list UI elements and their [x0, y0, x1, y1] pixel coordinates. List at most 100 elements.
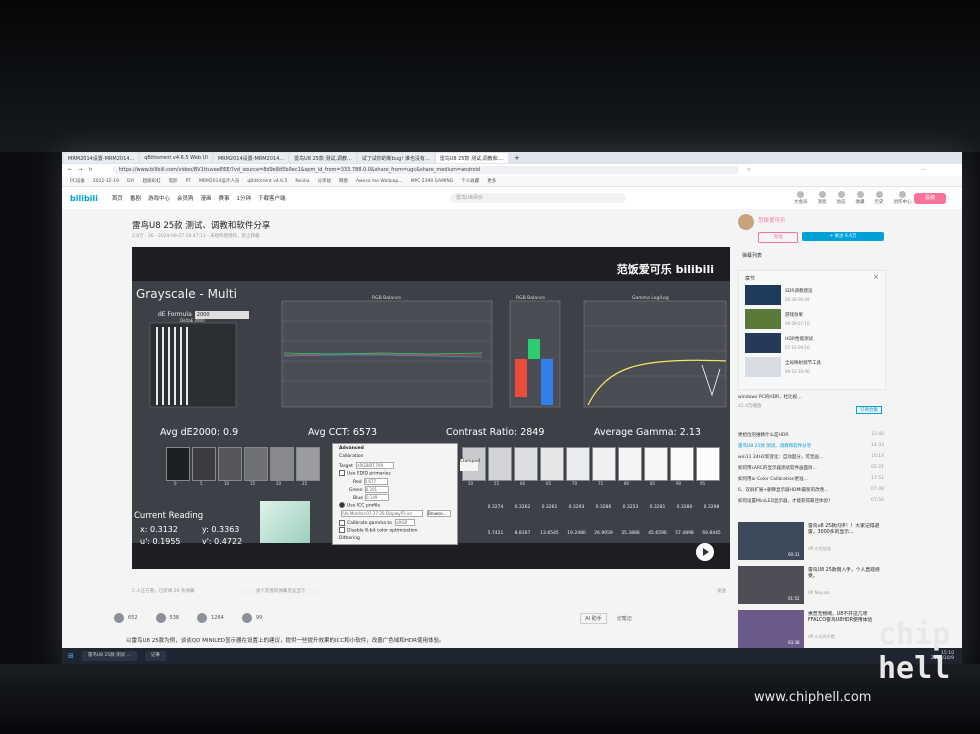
contrast-ratio: Contrast Ratio: 2849	[446, 427, 545, 438]
bookmark-item[interactable]: 分享站	[317, 178, 331, 184]
forward-icon[interactable]: →	[78, 167, 82, 173]
bookmark-item[interactable]: 超级彩虹	[143, 178, 161, 184]
share-button[interactable]: 99	[241, 613, 262, 623]
like-button[interactable]: 652	[114, 613, 138, 623]
bookmark-item[interactable]: 个人收藏	[461, 178, 479, 184]
nav-item[interactable]: 赛事	[218, 194, 229, 202]
bookmark-item[interactable]: 网盘	[339, 178, 348, 184]
nav-item[interactable]: 首页	[112, 194, 123, 202]
collection-promo[interactable]: windows PC的HDR、杜比视... 42.4万播放 订阅合集	[738, 394, 884, 424]
taskbar-item[interactable]: 雷鸟U8 25款 测试 ...	[81, 651, 137, 661]
bookmark-item[interactable]: PC设备	[70, 178, 85, 184]
star-bookmark-icon[interactable]: ☆	[747, 167, 751, 173]
chapter-item[interactable]: 全局映射调节工具 09:16-10:46	[745, 357, 881, 379]
blue-row: Blue 0.149	[353, 494, 391, 501]
favorites-icon[interactable]: 收藏	[856, 191, 865, 205]
list-item[interactable]: 如何用sARC的显示器测试软件画面效... 02:21	[738, 465, 884, 474]
ai-assistant-button[interactable]: AI 助手	[580, 612, 607, 624]
green-x-input[interactable]: 0.201	[364, 486, 389, 493]
notes-button[interactable]: 记笔记	[617, 615, 632, 622]
browser-tab[interactable]: 雷鸟U8 25款 测试,调教...	[290, 153, 356, 163]
bookmark-item[interactable]: Nvidia	[295, 179, 309, 184]
danmu-input[interactable]: 发个友善的弹幕见证当下	[235, 588, 326, 595]
browser-tab[interactable]: 试了试你的新bug! 谁也没有...	[357, 153, 434, 163]
bookmark-item[interactable]: Aweso me Wallpap...	[356, 179, 403, 184]
target-select[interactable]: sRGB/BT.709	[356, 462, 395, 469]
charge-button[interactable]: 充电	[758, 232, 798, 243]
use-icc-radio[interactable]	[339, 502, 345, 508]
history-icon[interactable]: 历史	[875, 191, 884, 205]
related-video[interactable]: 雷鸟U8 25款刚入手，个人直观感受。 UP Noyuan 01:52	[738, 566, 884, 606]
vip-icon[interactable]: 大会员	[794, 191, 808, 205]
disable-8bit-checkbox[interactable]	[339, 527, 345, 533]
dynamic-icon[interactable]: 动态	[837, 191, 846, 205]
avatar[interactable]	[738, 214, 754, 230]
video-player[interactable]: 范饭爱可乐 bilibili Grayscale - Multi dE Form…	[132, 247, 730, 569]
advanced-dialog: Advanced Calibration Target sRGB/BT.709 …	[332, 443, 458, 545]
list-item[interactable]: 雷鸟U8 25款 测试、调教和软件分享 14:33	[738, 443, 884, 452]
nav-item[interactable]: 游戏中心	[148, 194, 170, 202]
coin-button[interactable]: 538	[155, 613, 179, 623]
close-icon[interactable]: ×	[873, 273, 879, 281]
nav-item[interactable]: 番剧	[130, 194, 141, 202]
disable-8bit-row[interactable]: Disable 8-bit color optimization	[339, 527, 417, 534]
upload-button[interactable]: 投稿	[914, 193, 946, 204]
nav-item[interactable]: 会员购	[177, 194, 194, 202]
use-icc-row[interactable]: Use ICC profile	[339, 502, 380, 509]
chapter-item[interactable]: HDR性能测试 07:16-09:16	[745, 333, 881, 355]
list-item[interactable]: win11 24H2新变化：自动超分，可皇画... 10:14	[738, 454, 884, 463]
new-tab-icon[interactable]: +	[514, 154, 520, 162]
bookmark-item[interactable]: DIY	[127, 179, 135, 184]
search-input[interactable]: 雷鸟U8评价	[450, 193, 626, 203]
bookmark-item[interactable]: MPC 2390 GAMING	[411, 179, 454, 184]
danmu-send-button[interactable]: 发送	[717, 588, 726, 594]
bookmark-item[interactable]: 更多	[487, 178, 496, 184]
follow-button[interactable]: + 关注 6.6万	[802, 232, 884, 241]
list-item[interactable]: 6、双屏扩展+删降显示器HDMI最新的改善... 07:49	[738, 487, 884, 496]
red-x-input[interactable]: 0.677	[363, 478, 388, 485]
back-icon[interactable]: ←	[68, 167, 72, 173]
creator-icon[interactable]: 创作中心	[894, 191, 912, 205]
play-button[interactable]	[696, 543, 714, 561]
related-video[interactable]: 惠普无物啊，U8不开这几项FFALCO雷鸟U8HDR使用体验 UP 小光光不错 03…	[738, 610, 884, 650]
browse-button[interactable]: Browse...	[427, 510, 451, 517]
use-edid-checkbox[interactable]	[339, 470, 345, 476]
list-item[interactable]: 如何设置MiniLED显示器，才能获得最佳体验? 07:56	[738, 498, 884, 507]
bilibili-logo[interactable]: bilibili	[70, 194, 98, 203]
right-sidebar: 范饭爱可乐 充电 + 关注 6.6万 弹幕列表 章节 × SDR调教建议 00:3…	[738, 212, 960, 652]
calibrate-gamma-checkbox[interactable]	[339, 519, 345, 526]
danmu-list-toggle[interactable]: 弹幕列表	[742, 252, 762, 259]
bookmark-item[interactable]: 2011-12-19	[93, 179, 119, 184]
browser-tab[interactable]: qBittorrent v4.6.5 Web UI	[140, 153, 212, 163]
use-edid-row[interactable]: Use EDID primaries	[339, 470, 391, 477]
list-item[interactable]: 更招位的维精什么是HDR 13:40	[738, 432, 884, 441]
taskbar-item[interactable]: 记事	[144, 651, 166, 661]
browser-tab-active[interactable]: 雷鸟U8 25款 测试,调教和....	[435, 153, 509, 163]
related-video[interactable]: 雷鸟u8 25款闪评！！大家记得避雷，3000多的显示... UP 小白加油 00:…	[738, 522, 884, 562]
start-icon[interactable]: ⊞	[68, 652, 74, 660]
up-name[interactable]: 范饭爱可乐	[758, 216, 786, 224]
reading-v: v': 0.4722	[202, 537, 243, 546]
bookmark-item[interactable]: qBittorrent v4.6.5	[247, 179, 287, 184]
subscribe-collection-button[interactable]: 订阅合集	[856, 406, 882, 414]
bookmark-item[interactable]: 电影	[169, 178, 178, 184]
nav-item[interactable]: 下载客户端	[258, 194, 286, 202]
message-icon[interactable]: 消息	[818, 191, 827, 205]
bookmark-item[interactable]: PT	[186, 179, 191, 184]
bookmark-item[interactable]: MRM2014设计人员	[199, 178, 239, 184]
url-input[interactable]: https://www.bilibili.com/video/BV1ttuvee…	[112, 166, 739, 174]
icc-path-input[interactable]: \\AI Monitor-07-27-35-DisplayP3.icc	[341, 510, 423, 517]
nav-item[interactable]: 漫画	[200, 194, 211, 202]
browser-tab[interactable]: MRM2014设置-MRM2014...	[213, 153, 289, 163]
browser-tab[interactable]: MRM2014设置-MRM2014...	[64, 153, 139, 163]
nav-item[interactable]: 1分钟	[237, 194, 252, 202]
favorite-button[interactable]: 1264	[197, 613, 224, 623]
reload-icon[interactable]: ↻	[88, 167, 92, 173]
menu-icon[interactable]: ⋯	[921, 167, 926, 173]
gamma-select[interactable]: sRGB	[395, 519, 416, 526]
chapter-item[interactable]: 游戏效果 06:09-07:16	[745, 309, 881, 331]
list-item[interactable]: 如何用ai Color Calibration更准... 17:51	[738, 476, 884, 485]
calibrate-gamma-row[interactable]: Calibrate gamma to sRGB	[339, 519, 417, 526]
blue-x-input[interactable]: 0.149	[364, 494, 389, 501]
chapter-item[interactable]: SDR调教建议 00:30-06:09	[745, 285, 881, 307]
